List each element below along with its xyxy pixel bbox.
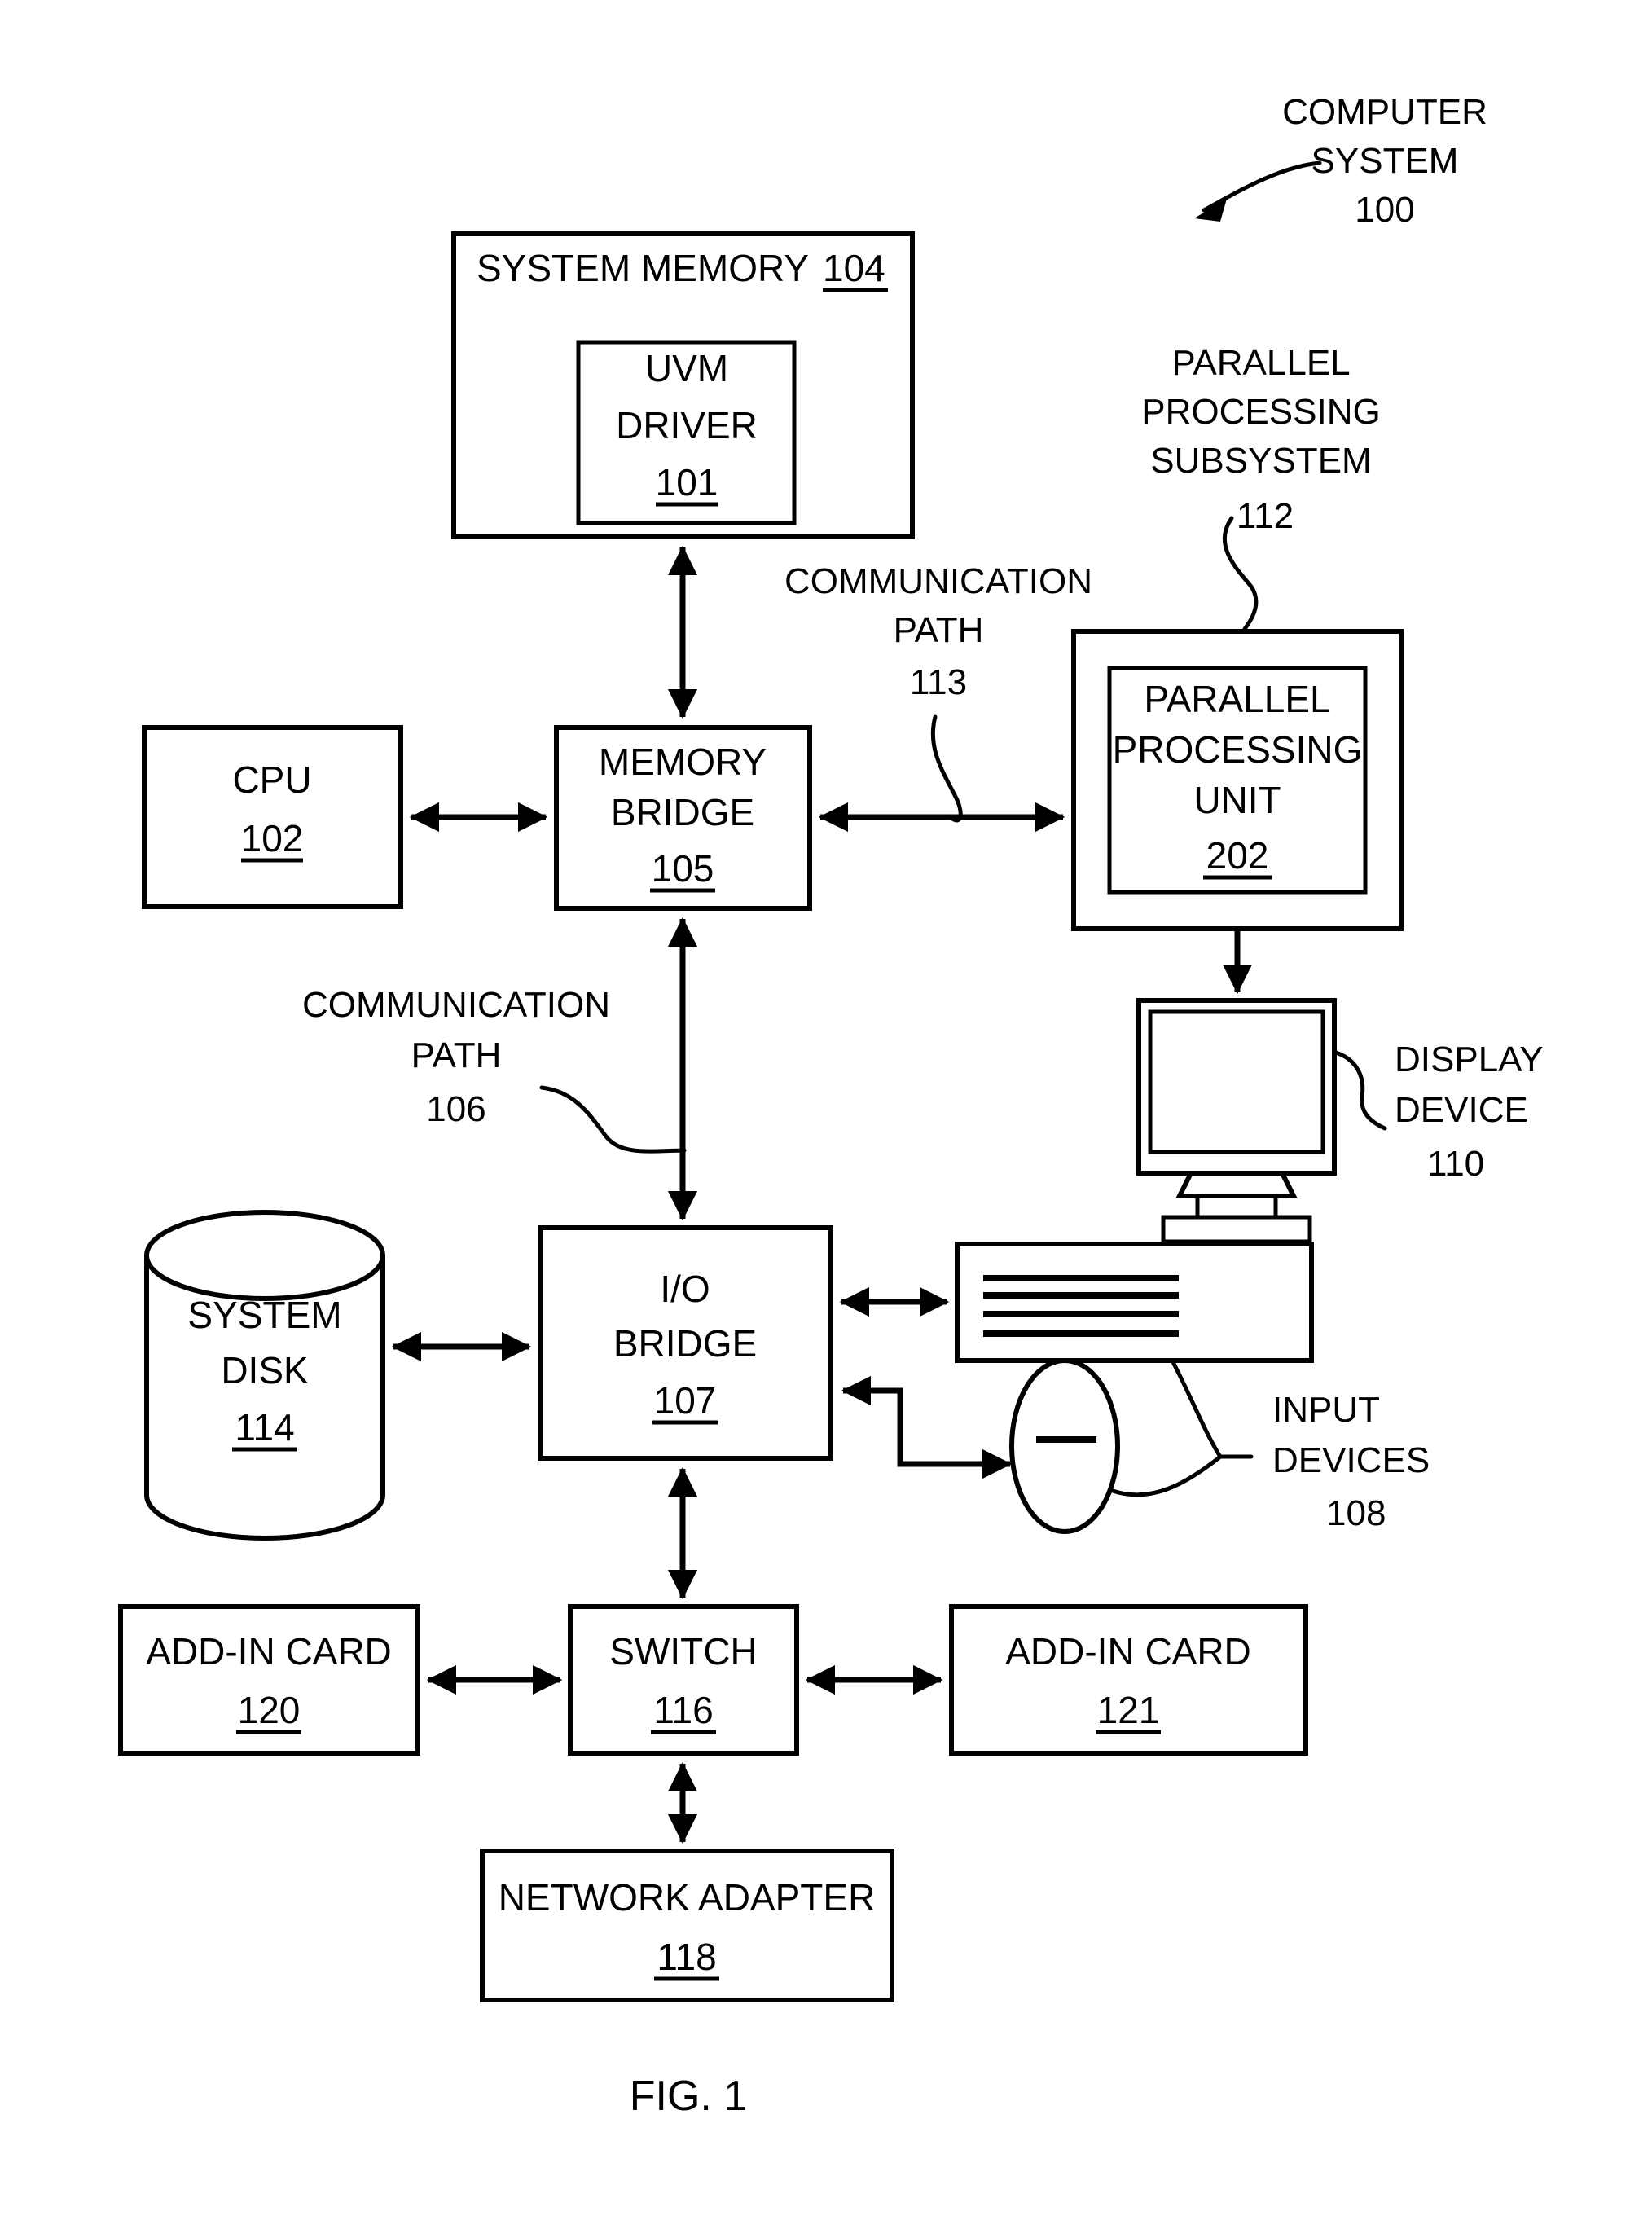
system-memory-block[interactable]: SYSTEM MEMORY 104 UVM DRIVER 101 <box>451 231 915 539</box>
uvm-driver-number: 101 <box>656 461 718 503</box>
keyboard-icon[interactable] <box>955 1242 1314 1363</box>
display-device-number: 110 <box>1427 1144 1484 1184</box>
input-devices-number: 108 <box>1326 1493 1386 1533</box>
monitor-icon-stand-column <box>1195 1194 1278 1220</box>
memory-bridge-number: 105 <box>652 847 714 890</box>
switch-label: SWITCH <box>609 1630 757 1673</box>
uvm-driver-line2: DRIVER <box>616 404 758 446</box>
figure-caption: FIG. 1 <box>630 2073 747 2120</box>
add-in-card-left-label: ADD-IN CARD <box>146 1630 392 1673</box>
pp-subsystem-line1: PARALLEL <box>1171 343 1350 383</box>
cpu-block[interactable]: CPU 102 <box>142 725 403 909</box>
display-device-leader-line <box>1333 1050 1387 1131</box>
io-bridge-number: 107 <box>654 1379 717 1422</box>
parallel-processing-subsystem-block[interactable]: PARALLEL PROCESSING UNIT 202 <box>1071 629 1404 931</box>
display-device-line2: DEVICE <box>1395 1090 1528 1130</box>
communication-path-113-callout: COMMUNICATION PATH 113 <box>784 561 1092 823</box>
computer-system-number: 100 <box>1355 190 1414 230</box>
input-devices-line1: INPUT <box>1272 1390 1380 1430</box>
system-disk-number: 114 <box>235 1406 294 1448</box>
pp-subsystem-line3: SUBSYSTEM <box>1150 441 1371 481</box>
system-disk-line1: SYSTEM <box>187 1294 341 1336</box>
cpu-label: CPU <box>232 758 311 801</box>
switch-number: 116 <box>653 1689 713 1731</box>
network-adapter-number: 118 <box>657 1936 716 1978</box>
connector-io-bridge-mouse <box>841 1375 1013 1479</box>
computer-system-callout: COMPUTER SYSTEM 100 <box>1194 92 1487 230</box>
add-in-card-left-number: 120 <box>238 1689 301 1731</box>
cpu-number: 102 <box>241 817 304 859</box>
patent-figure-1: COMPUTER SYSTEM 100 SYSTEM MEMORY 104 UV… <box>0 0 1652 2220</box>
comm-path-113-leader-line <box>930 714 963 823</box>
input-devices-group[interactable]: INPUT DEVICES 108 <box>955 1242 1430 1534</box>
display-device-line1: DISPLAY <box>1395 1040 1544 1079</box>
memory-bridge-line2: BRIDGE <box>611 791 754 833</box>
computer-system-line1: COMPUTER <box>1282 92 1487 132</box>
communication-path-106-callout: COMMUNICATION PATH 106 <box>302 985 687 1154</box>
monitor-icon-screen <box>1148 1009 1325 1154</box>
system-disk-group[interactable]: SYSTEM DISK 114 <box>144 1210 385 1541</box>
input-devices-leader-keyboard <box>1171 1360 1223 1459</box>
comm-path-106-leader-line <box>539 1085 687 1154</box>
system-disk-bottom-arc <box>144 1494 385 1541</box>
comm-path-106-line2: PATH <box>411 1035 502 1075</box>
comm-path-106-number: 106 <box>426 1089 485 1129</box>
memory-bridge-line1: MEMORY <box>599 741 767 783</box>
add-in-card-right-number: 121 <box>1097 1689 1160 1731</box>
uvm-driver-line1: UVM <box>645 347 728 389</box>
pp-subsystem-line2: PROCESSING <box>1141 392 1380 432</box>
comm-path-113-number: 113 <box>910 662 967 702</box>
system-disk-top-ellipse[interactable] <box>144 1210 385 1301</box>
diagram-canvas: COMPUTER SYSTEM 100 SYSTEM MEMORY 104 UV… <box>118 92 1544 2120</box>
comm-path-113-line2: PATH <box>894 610 984 650</box>
parallel-processing-subsystem-callout: PARALLEL PROCESSING SUBSYSTEM 112 <box>1141 343 1381 631</box>
computer-system-line2: SYSTEM <box>1311 141 1459 181</box>
network-adapter-block[interactable]: NETWORK ADAPTER 118 <box>480 1849 894 2002</box>
ppu-number: 202 <box>1206 834 1269 877</box>
switch-block[interactable]: SWITCH 116 <box>568 1604 799 1756</box>
ppu-line2: PROCESSING <box>1113 728 1363 771</box>
comm-path-106-line1: COMMUNICATION <box>302 985 610 1025</box>
network-adapter-label: NETWORK ADAPTER <box>499 1876 876 1919</box>
computer-system-leader-arrow <box>1194 199 1227 222</box>
ppu-line1: PARALLEL <box>1144 678 1330 720</box>
io-bridge-line1: I/O <box>660 1268 710 1310</box>
memory-bridge-block[interactable]: MEMORY BRIDGE 105 <box>554 725 812 911</box>
monitor-icon-base <box>1161 1215 1312 1244</box>
add-in-card-right-block[interactable]: ADD-IN CARD 121 <box>949 1604 1308 1756</box>
system-disk-line2: DISK <box>221 1349 309 1391</box>
pp-subsystem-number: 112 <box>1237 496 1294 536</box>
system-memory-number: 104 <box>823 247 885 289</box>
ppu-line3: UNIT <box>1193 779 1281 821</box>
monitor-icon-neck <box>1175 1172 1298 1198</box>
mouse-icon[interactable] <box>1009 1358 1120 1534</box>
add-in-card-left-block[interactable]: ADD-IN CARD 120 <box>118 1604 420 1756</box>
input-devices-leader-mouse <box>1110 1454 1223 1497</box>
comm-path-113-line1: COMMUNICATION <box>784 561 1092 601</box>
io-bridge-block[interactable]: I/O BRIDGE 107 <box>538 1225 833 1461</box>
display-device-group[interactable]: DISPLAY DEVICE 110 <box>1136 998 1544 1244</box>
input-devices-line2: DEVICES <box>1272 1440 1430 1480</box>
add-in-card-right-label: ADD-IN CARD <box>1005 1630 1251 1673</box>
io-bridge-line2: BRIDGE <box>613 1322 757 1365</box>
system-memory-label: SYSTEM MEMORY <box>477 247 809 289</box>
